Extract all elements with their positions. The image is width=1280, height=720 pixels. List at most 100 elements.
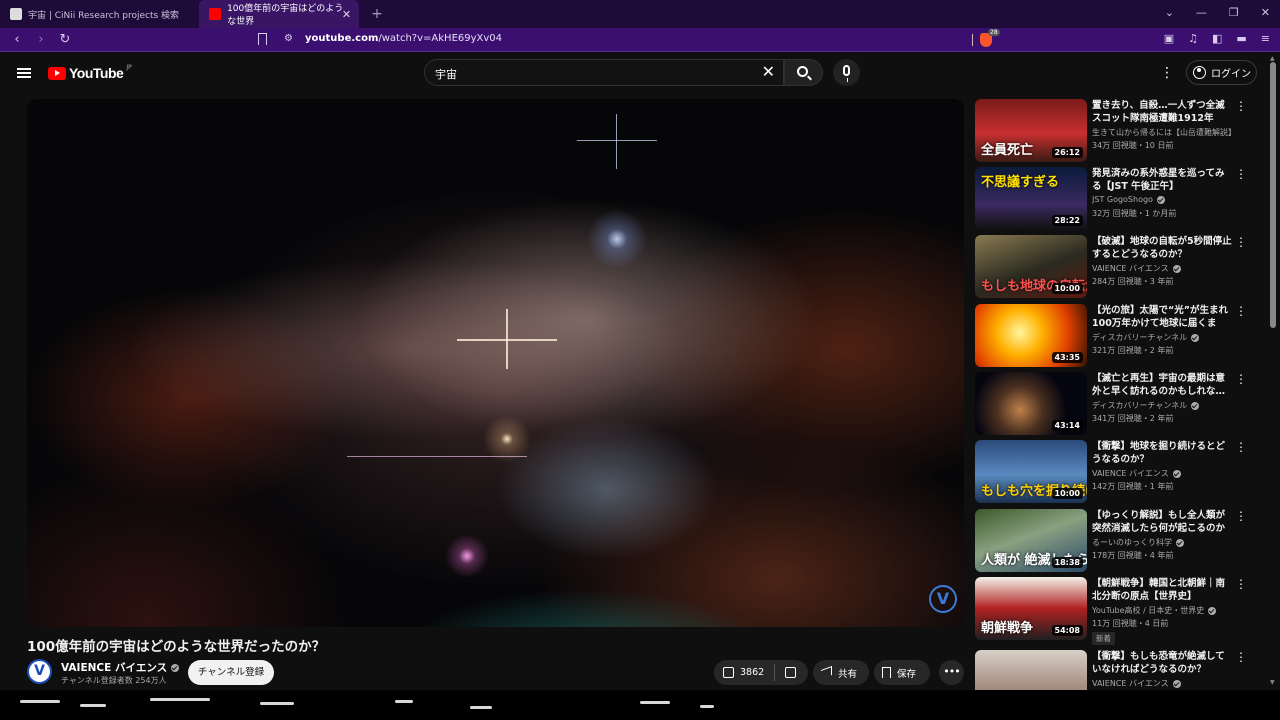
settings-kebab-icon[interactable]: ⋮: [1160, 65, 1174, 81]
video-thumbnail[interactable]: 朝鮮戦争 54:08: [975, 577, 1087, 640]
video-title[interactable]: 【破滅】地球の自転が5秒間停止するとどうなるのか？: [1092, 235, 1232, 261]
video-kebab-icon[interactable]: ⋮: [1235, 440, 1247, 454]
tab-list-icon[interactable]: ⌄: [1165, 6, 1174, 19]
video-thumbnail[interactable]: 43:35: [975, 304, 1087, 367]
recommended-video[interactable]: もしも穴を掘り続けたら10:00【衝撃】地球を掘り続けるとどうなるのか？ VAIE…: [975, 440, 1265, 504]
tab-close-icon[interactable]: ✕: [342, 8, 351, 21]
menu-icon[interactable]: [17, 68, 31, 78]
youtube-logo[interactable]: YouTube JP: [48, 64, 132, 81]
back-icon[interactable]: ‹: [10, 32, 24, 47]
scroll-down-icon[interactable]: ▼: [1270, 679, 1275, 686]
channel-avatar[interactable]: V: [27, 659, 52, 684]
overlay-mark: [80, 704, 106, 707]
video-kebab-icon[interactable]: ⋮: [1235, 372, 1247, 386]
sidebar-toggle-icon[interactable]: ◧: [1212, 32, 1222, 45]
bookmark-icon[interactable]: [258, 33, 267, 45]
star-flare: [616, 114, 617, 169]
channel-name[interactable]: ディスカバリーチャンネル: [1092, 400, 1248, 411]
verified-icon: [171, 664, 180, 672]
video-thumbnail[interactable]: もしも地球の自転が 10:00: [975, 235, 1087, 298]
account-icon: [1193, 66, 1206, 79]
login-button[interactable]: ログイン: [1186, 60, 1257, 85]
video-title[interactable]: 【衝撃】もしも恐竜が絶滅していなければどうなるのか？: [1092, 650, 1232, 676]
reader-mode-icon[interactable]: ▣: [1164, 32, 1174, 45]
video-title[interactable]: 【衝撃】地球を掘り続けるとどうなるのか？: [1092, 440, 1232, 466]
video-thumbnail[interactable]: 不思議すぎる 28:22: [975, 167, 1087, 230]
browser-tabbar: 宇宙 | CiNii Research projects 検索 100億年前の宇…: [0, 0, 1280, 28]
channel-name[interactable]: YouTube高校 / 日本史・世界史: [1092, 605, 1248, 616]
video-title[interactable]: 【ゆっくり解説】もし全人類が突然消滅したら何が起こるのか: [1092, 509, 1232, 535]
verified-icon: [1156, 195, 1165, 204]
channel-watermark[interactable]: V: [929, 585, 957, 613]
url-path: /watch?v=AkHE69yXv04: [378, 33, 503, 44]
video-player[interactable]: V: [27, 99, 964, 627]
site-info-icon[interactable]: ⚙: [284, 33, 293, 44]
restore-icon[interactable]: ❐: [1229, 6, 1239, 19]
channel-name[interactable]: VAIENCE バイエンス: [61, 660, 180, 675]
recommended-video[interactable]: もしも地球の自転が 10:00 【破滅】地球の自転が5秒間停止するとどうなるのか？ V…: [975, 235, 1265, 299]
video-thumbnail[interactable]: 43:14: [975, 372, 1087, 435]
vpn-icon[interactable]: ▬: [1236, 32, 1246, 45]
recommended-video[interactable]: 朝鮮戦争 54:08 【朝鮮戦争】韓国と北朝鮮｜南北分断の原点【世界史】 YouTub…: [975, 577, 1265, 645]
verified-icon: [1191, 401, 1200, 410]
video-title[interactable]: 発見済みの系外惑星を巡ってみる【JST 午後正午】: [1092, 167, 1232, 193]
video-kebab-icon[interactable]: ⋮: [1235, 99, 1247, 113]
thumbnail-caption: 不思議すぎる: [981, 175, 1060, 190]
channel-name[interactable]: JST GogoShogo: [1092, 195, 1248, 204]
channel-name[interactable]: VAIENCE バイエンス: [1092, 468, 1248, 479]
page-scrollbar[interactable]: [1270, 62, 1276, 328]
minimize-icon[interactable]: —: [1196, 6, 1207, 19]
video-kebab-icon[interactable]: ⋮: [1235, 304, 1247, 318]
address-field[interactable]: youtube.com/watch?v=AkHE69yXv04: [305, 33, 502, 44]
video-duration: 10:00: [1051, 488, 1083, 499]
channel-name[interactable]: ディスカバリーチャンネル: [1092, 332, 1248, 343]
recommended-video[interactable]: 43:14 【滅亡と再生】宇宙の最期は意外と早く訪れるのかもしれな… ディスカバリー…: [975, 372, 1265, 436]
video-thumbnail[interactable]: 人類が 絶滅したら 18:38: [975, 509, 1087, 572]
video-title[interactable]: 【朝鮮戦争】韓国と北朝鮮｜南北分断の原点【世界史】: [1092, 577, 1232, 603]
recommended-video[interactable]: 人類が 絶滅したら 18:38 【ゆっくり解説】もし全人類が突然消滅したら何が起こる…: [975, 509, 1265, 573]
save-button[interactable]: 保存: [874, 660, 930, 685]
video-thumbnail[interactable]: もしも穴を掘り続けたら10:00: [975, 440, 1087, 503]
window-controls: ⌄ — ❐ ✕: [1165, 6, 1270, 19]
close-window-icon[interactable]: ✕: [1261, 6, 1270, 19]
channel-name[interactable]: るーいのゆっくり科学: [1092, 537, 1248, 548]
video-kebab-icon[interactable]: ⋮: [1235, 577, 1247, 591]
video-title[interactable]: 置き去り、自殺…一人ずつ全滅 スコット隊南極遭難1912年【…: [1092, 99, 1232, 125]
recommended-video[interactable]: 不思議すぎる 28:22 発見済みの系外惑星を巡ってみる【JST 午後正午】 JST …: [975, 167, 1265, 231]
channel-name[interactable]: VAIENCE バイエンス: [1092, 263, 1248, 274]
search-icon: [797, 66, 808, 77]
like-button[interactable]: 3862: [714, 664, 776, 681]
save-label: 保存: [897, 668, 917, 680]
media-icon[interactable]: ♫: [1188, 32, 1198, 45]
search-button[interactable]: [784, 59, 823, 86]
view-count-and-age: 32万 回視聴・1 か月前: [1092, 209, 1177, 218]
channel-name[interactable]: VAIENCE バイエンス: [1092, 678, 1248, 689]
channel-name-text: VAIENCE バイエンス: [1092, 264, 1169, 273]
video-kebab-icon[interactable]: ⋮: [1235, 167, 1247, 181]
search-input[interactable]: 宇宙 ✕: [424, 59, 784, 86]
scroll-up-icon[interactable]: ▲: [1270, 55, 1275, 62]
voice-search-button[interactable]: [833, 59, 860, 86]
browser-tab-cinii[interactable]: 宇宙 | CiNii Research projects 検索: [0, 0, 189, 28]
video-title[interactable]: 【光の旅】太陽で“光”が生まれ100万年かけて地球に届くまで…: [1092, 304, 1232, 330]
video-kebab-icon[interactable]: ⋮: [1235, 650, 1247, 664]
dislike-button[interactable]: [775, 667, 806, 678]
recommended-video[interactable]: 全員死亡 26:12 置き去り、自殺…一人ずつ全滅 スコット隊南極遭難1912年【……: [975, 99, 1265, 163]
video-thumbnail[interactable]: 全員死亡 26:12: [975, 99, 1087, 162]
clear-search-icon[interactable]: ✕: [762, 62, 775, 81]
recommended-video[interactable]: 43:35 【光の旅】太陽で“光”が生まれ100万年かけて地球に届くまで… ディスカ…: [975, 304, 1265, 368]
channel-name[interactable]: 生きて山から帰るには【山岳遭難解説】: [1092, 127, 1248, 138]
more-actions-button[interactable]: •••: [939, 660, 964, 685]
reload-icon[interactable]: ↻: [58, 32, 72, 47]
tab-title: 宇宙 | CiNii Research projects 検索: [28, 10, 180, 21]
subscribe-button[interactable]: チャンネル登録: [188, 660, 274, 685]
video-kebab-icon[interactable]: ⋮: [1235, 509, 1247, 523]
video-kebab-icon[interactable]: ⋮: [1235, 235, 1247, 249]
new-tab-icon[interactable]: +: [371, 6, 383, 22]
browser-tab-youtube[interactable]: 100億年前の宇宙はどのような世界 ✕: [199, 0, 360, 28]
share-button[interactable]: 共有: [813, 660, 869, 685]
forward-icon[interactable]: ›: [34, 32, 48, 47]
browser-menu-icon[interactable]: ≡: [1261, 32, 1270, 45]
video-title[interactable]: 【滅亡と再生】宇宙の最期は意外と早く訪れるのかもしれな…: [1092, 372, 1232, 398]
video-duration: 54:08: [1051, 625, 1083, 636]
